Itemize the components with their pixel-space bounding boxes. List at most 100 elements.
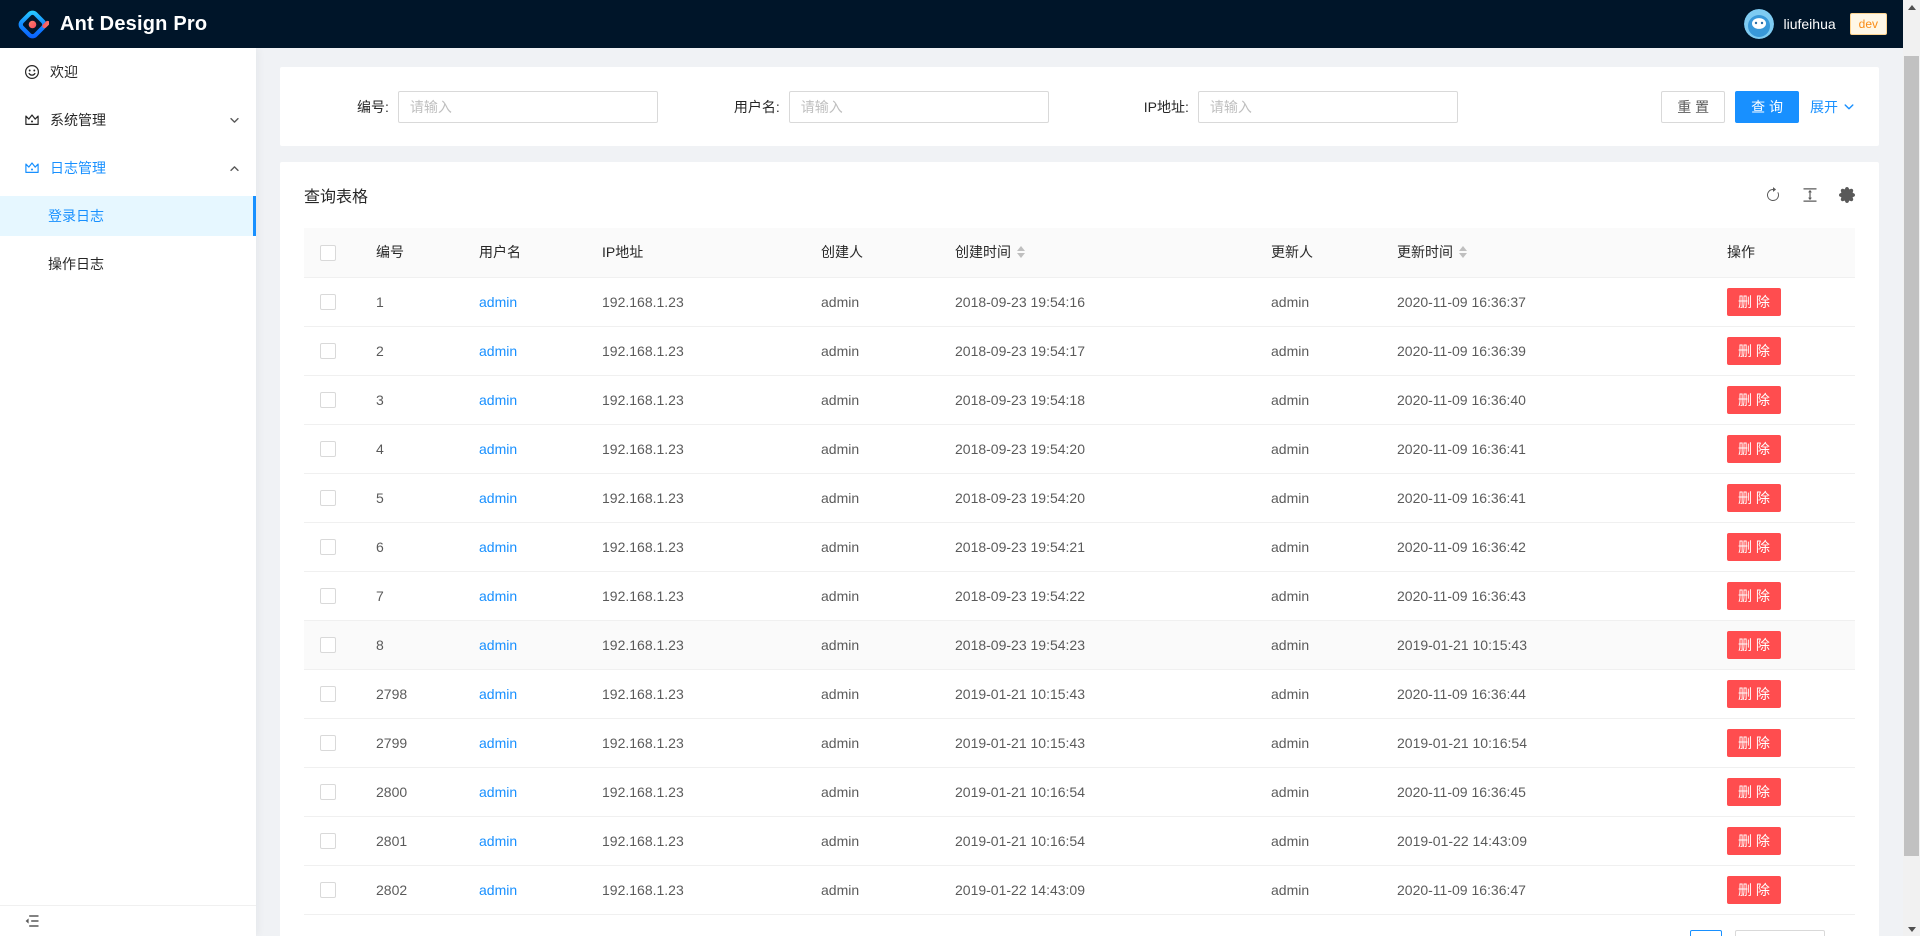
username-input[interactable] (789, 91, 1049, 123)
delete-button[interactable]: 删 除 (1727, 533, 1781, 561)
column-header-created-at[interactable]: 创建时间 (939, 228, 1255, 277)
column-height-icon[interactable] (1802, 187, 1818, 203)
row-checkbox[interactable] (320, 294, 336, 310)
id-input[interactable] (398, 91, 658, 123)
cell-ip: 192.168.1.23 (586, 473, 805, 522)
page-button-1[interactable]: 1 (1690, 930, 1722, 936)
username-link[interactable]: admin (479, 441, 517, 457)
sort-caret-icon (1459, 246, 1467, 258)
row-checkbox[interactable] (320, 588, 336, 604)
setting-icon[interactable] (1839, 187, 1855, 203)
username-link[interactable]: admin (479, 784, 517, 800)
username-link[interactable]: admin (479, 588, 517, 604)
scrollbar-down-arrow[interactable] (1903, 922, 1920, 936)
env-tag: dev (1850, 13, 1887, 35)
delete-button[interactable]: 删 除 (1727, 876, 1781, 904)
cell-updated-at: 2019-01-21 10:16:54 (1381, 718, 1711, 767)
cell-creator: admin (805, 669, 939, 718)
sort-caret-icon (1017, 246, 1025, 258)
cell-ip: 192.168.1.23 (586, 767, 805, 816)
table-toolbar-icons (1765, 187, 1855, 203)
row-checkbox[interactable] (320, 686, 336, 702)
delete-button[interactable]: 删 除 (1727, 729, 1781, 757)
cell-creator: admin (805, 816, 939, 865)
row-checkbox[interactable] (320, 343, 336, 359)
username-link[interactable]: admin (479, 343, 517, 359)
row-checkbox[interactable] (320, 441, 336, 457)
query-button[interactable]: 查 询 (1735, 91, 1799, 123)
column-header-id: 编号 (360, 228, 463, 277)
user-menu[interactable]: liufeihua dev (1744, 9, 1887, 39)
username-link[interactable]: admin (479, 490, 517, 506)
delete-button[interactable]: 删 除 (1727, 631, 1781, 659)
user-avatar[interactable] (1744, 9, 1774, 39)
username-link[interactable]: admin (479, 735, 517, 751)
cell-id: 2801 (360, 816, 463, 865)
collapse-sidebar-button[interactable] (24, 913, 40, 929)
delete-button[interactable]: 删 除 (1727, 435, 1781, 463)
delete-button[interactable]: 删 除 (1727, 582, 1781, 610)
cell-creator: admin (805, 277, 939, 326)
username-link[interactable]: admin (479, 882, 517, 898)
cell-creator: admin (805, 865, 939, 914)
cell-updater: admin (1255, 375, 1381, 424)
delete-button[interactable]: 删 除 (1727, 680, 1781, 708)
cell-ip: 192.168.1.23 (586, 326, 805, 375)
search-field-ip: IP地址: (1144, 91, 1458, 123)
cell-ip: 192.168.1.23 (586, 277, 805, 326)
username-link[interactable]: admin (479, 686, 517, 702)
cell-ip: 192.168.1.23 (586, 718, 805, 767)
username-link[interactable]: admin (479, 833, 517, 849)
column-header-ip: IP地址 (586, 228, 805, 277)
cell-created-at: 2019-01-21 10:16:54 (939, 767, 1255, 816)
reload-icon[interactable] (1765, 187, 1781, 203)
cell-updater: admin (1255, 424, 1381, 473)
username-link[interactable]: admin (479, 392, 517, 408)
expand-toggle[interactable]: 展开 (1810, 97, 1855, 117)
delete-button[interactable]: 删 除 (1727, 484, 1781, 512)
sidebar-item-label: 日志管理 (50, 158, 106, 178)
select-all-checkbox[interactable] (320, 245, 336, 261)
username-link[interactable]: admin (479, 539, 517, 555)
delete-button[interactable]: 删 除 (1727, 778, 1781, 806)
row-checkbox[interactable] (320, 735, 336, 751)
scrollbar-up-arrow[interactable] (1903, 0, 1920, 14)
sidebar-item-welcome[interactable]: 欢迎 (0, 52, 256, 92)
cell-creator: admin (805, 620, 939, 669)
reset-button[interactable]: 重 置 (1661, 91, 1725, 123)
table-row: 2801 admin 192.168.1.23 admin 2019-01-21… (304, 816, 1855, 865)
column-header-label: 创建时间 (955, 242, 1011, 262)
delete-button[interactable]: 删 除 (1727, 386, 1781, 414)
row-checkbox[interactable] (320, 833, 336, 849)
row-checkbox[interactable] (320, 539, 336, 555)
app-logo[interactable]: Ant Design Pro (16, 8, 207, 41)
username-link[interactable]: admin (479, 294, 517, 310)
sidebar-item-system-management[interactable]: 系统管理 (0, 100, 256, 140)
page-scrollbar[interactable] (1903, 0, 1920, 936)
delete-button[interactable]: 删 除 (1727, 288, 1781, 316)
sidebar-footer (0, 905, 256, 936)
cell-updater: admin (1255, 816, 1381, 865)
column-header-updated-at[interactable]: 更新时间 (1381, 228, 1711, 277)
page-size-select[interactable] (1735, 930, 1825, 936)
cell-updater: admin (1255, 571, 1381, 620)
cell-ip: 192.168.1.23 (586, 522, 805, 571)
ip-input[interactable] (1198, 91, 1458, 123)
cell-ip: 192.168.1.23 (586, 424, 805, 473)
row-checkbox[interactable] (320, 637, 336, 653)
delete-button[interactable]: 删 除 (1727, 337, 1781, 365)
row-checkbox[interactable] (320, 784, 336, 800)
cell-creator: admin (805, 571, 939, 620)
row-checkbox[interactable] (320, 490, 336, 506)
table-row: 5 admin 192.168.1.23 admin 2018-09-23 19… (304, 473, 1855, 522)
row-checkbox[interactable] (320, 392, 336, 408)
row-checkbox[interactable] (320, 882, 336, 898)
scrollbar-thumb[interactable] (1904, 56, 1919, 856)
username-link[interactable]: admin (479, 637, 517, 653)
sidebar-item-login-log[interactable]: 登录日志 (0, 196, 256, 236)
sidebar-item-operation-log[interactable]: 操作日志 (0, 244, 256, 284)
sidebar-item-log-management[interactable]: 日志管理 (0, 148, 256, 188)
delete-button[interactable]: 删 除 (1727, 827, 1781, 855)
table-row: 2798 admin 192.168.1.23 admin 2019-01-21… (304, 669, 1855, 718)
search-field-id: 编号: (357, 91, 658, 123)
